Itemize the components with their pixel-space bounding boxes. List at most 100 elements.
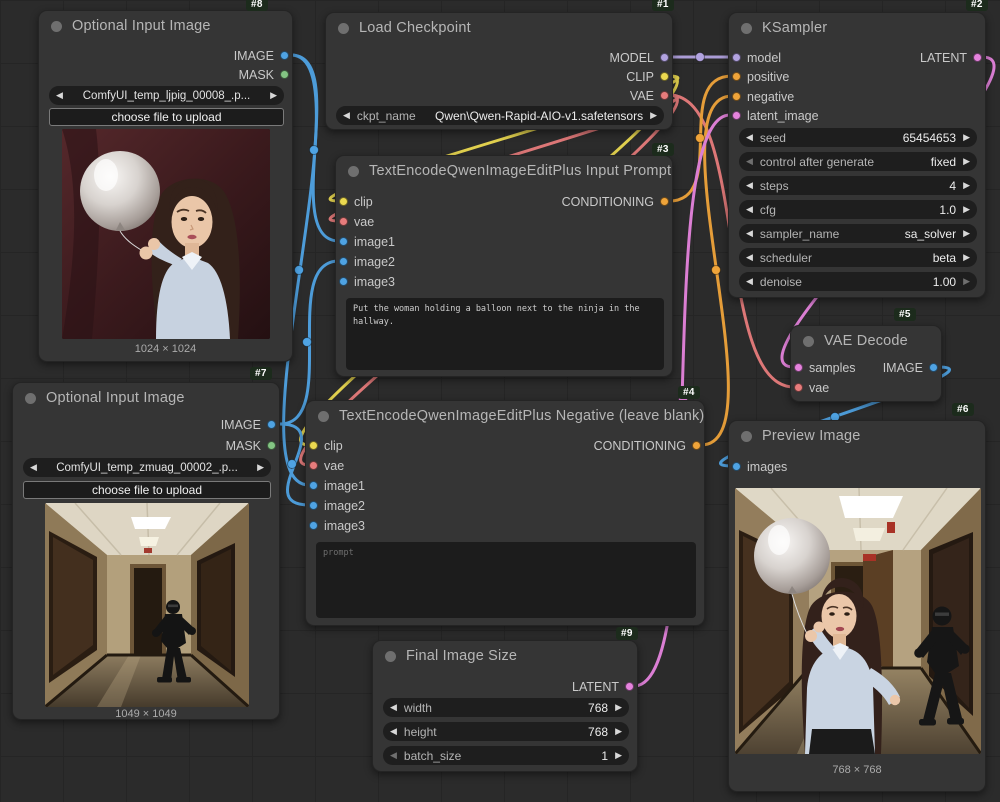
- left-arrow-icon[interactable]: ◀: [746, 253, 753, 262]
- right-arrow-icon[interactable]: ▶: [963, 277, 970, 286]
- mask-slot-dot[interactable]: [267, 441, 276, 450]
- conditioning-slot-dot[interactable]: [660, 197, 669, 206]
- width-widget[interactable]: ◀ width 768 ▶: [383, 698, 629, 717]
- cfg-widget[interactable]: ◀ cfg 1.0 ▶: [739, 200, 977, 219]
- image-slot-dot[interactable]: [732, 462, 741, 471]
- slot-label: LATENT: [920, 51, 967, 65]
- collapse-dot-icon[interactable]: [338, 23, 349, 34]
- clip-slot-dot[interactable]: [309, 441, 318, 450]
- upload-button[interactable]: choose file to upload: [23, 481, 271, 499]
- left-arrow-icon[interactable]: ◀: [746, 133, 753, 142]
- conditioning-slot-dot[interactable]: [732, 92, 741, 101]
- left-arrow-icon[interactable]: ◀: [746, 205, 753, 214]
- left-arrow-icon[interactable]: ◀: [746, 277, 753, 286]
- mask-slot-dot[interactable]: [280, 70, 289, 79]
- right-arrow-icon[interactable]: ▶: [963, 157, 970, 166]
- link-dot: [303, 338, 312, 347]
- conditioning-slot-dot[interactable]: [732, 72, 741, 81]
- upload-button[interactable]: choose file to upload: [49, 108, 284, 126]
- node-optional-input-image-top[interactable]: Optional Input Image IMAGE MASK ◀ ComfyU…: [38, 10, 293, 362]
- left-arrow-icon[interactable]: ◀: [746, 181, 753, 190]
- steps-widget[interactable]: ◀ steps 4 ▶: [739, 176, 977, 195]
- conditioning-slot-dot[interactable]: [692, 441, 701, 450]
- image-slot-dot[interactable]: [339, 277, 348, 286]
- vae-slot-dot[interactable]: [309, 461, 318, 470]
- input-slot-positive: positive: [729, 67, 789, 87]
- prompt-textarea[interactable]: Put the woman holding a balloon next to …: [346, 298, 664, 370]
- input-slot-image2: image2: [336, 252, 395, 272]
- left-arrow-icon[interactable]: ◀: [390, 727, 397, 736]
- sampler-name-widget[interactable]: ◀ sampler_name sa_solver ▶: [739, 224, 977, 243]
- seed-widget[interactable]: ◀ seed 65454653 ▶: [739, 128, 977, 147]
- vae-slot-dot[interactable]: [339, 217, 348, 226]
- left-arrow-icon[interactable]: ◀: [30, 463, 37, 472]
- image-slot-dot[interactable]: [929, 363, 938, 372]
- latent-slot-dot[interactable]: [732, 111, 741, 120]
- node-preview-image[interactable]: Preview Image images: [728, 420, 986, 792]
- collapse-dot-icon[interactable]: [318, 411, 329, 422]
- right-arrow-icon[interactable]: ▶: [963, 205, 970, 214]
- collapse-dot-icon[interactable]: [25, 393, 36, 404]
- node-text-encode-positive[interactable]: TextEncodeQwenImageEditPlus Input Prompt…: [335, 155, 673, 377]
- node-vae-decode[interactable]: VAE Decode samples vae IMAGE: [790, 325, 942, 402]
- prompt-textarea-placeholder[interactable]: prompt: [316, 542, 696, 618]
- node-optional-input-image-bottom[interactable]: Optional Input Image IMAGE MASK ◀ ComfyU…: [12, 382, 280, 720]
- node-text-encode-negative[interactable]: TextEncodeQwenImageEditPlus Negative (le…: [305, 400, 705, 626]
- right-arrow-icon[interactable]: ▶: [257, 463, 264, 472]
- right-arrow-icon[interactable]: ▶: [963, 229, 970, 238]
- image-slot-dot[interactable]: [309, 521, 318, 530]
- height-widget[interactable]: ◀ height 768 ▶: [383, 722, 629, 741]
- collapse-dot-icon[interactable]: [385, 651, 396, 662]
- slot-label: MASK: [239, 68, 274, 82]
- latent-slot-dot[interactable]: [794, 363, 803, 372]
- image-slot-dot[interactable]: [339, 257, 348, 266]
- widget-value: beta: [933, 251, 956, 265]
- right-arrow-icon[interactable]: ▶: [615, 727, 622, 736]
- collapse-dot-icon[interactable]: [348, 166, 359, 177]
- input-slot-image1: image1: [336, 232, 395, 252]
- control-after-generate-widget[interactable]: ◀ control after generate fixed ▶: [739, 152, 977, 171]
- vae-slot-dot[interactable]: [794, 383, 803, 392]
- slot-label: IMAGE: [883, 361, 923, 375]
- ckpt-name-widget[interactable]: ◀ ckpt_name Qwen\Qwen-Rapid-AIO-v1.safet…: [336, 106, 664, 125]
- image-slot-dot[interactable]: [339, 237, 348, 246]
- left-arrow-icon[interactable]: ◀: [746, 229, 753, 238]
- left-arrow-icon[interactable]: ◀: [390, 703, 397, 712]
- denoise-widget[interactable]: ◀ denoise 1.00 ▶: [739, 272, 977, 291]
- node-ksampler[interactable]: KSampler model positive negative latent_…: [728, 12, 986, 298]
- collapse-dot-icon[interactable]: [741, 23, 752, 34]
- model-slot-dot[interactable]: [732, 53, 741, 62]
- collapse-dot-icon[interactable]: [741, 431, 752, 442]
- latent-slot-dot[interactable]: [625, 682, 634, 691]
- clip-slot-dot[interactable]: [660, 72, 669, 81]
- left-arrow-icon[interactable]: ◀: [56, 91, 63, 100]
- node-final-image-size[interactable]: Final Image Size LATENT ◀ width 768 ▶ ◀ …: [372, 640, 638, 772]
- collapse-dot-icon[interactable]: [51, 21, 62, 32]
- node-load-checkpoint[interactable]: Load Checkpoint MODEL CLIP VAE ◀ ckpt_na…: [325, 12, 673, 130]
- right-arrow-icon[interactable]: ▶: [270, 91, 277, 100]
- left-arrow-icon[interactable]: ◀: [746, 157, 753, 166]
- slot-label: VAE: [630, 89, 654, 103]
- right-arrow-icon[interactable]: ▶: [615, 703, 622, 712]
- right-arrow-icon[interactable]: ▶: [650, 111, 657, 120]
- right-arrow-icon[interactable]: ▶: [963, 133, 970, 142]
- image-slot-dot[interactable]: [309, 481, 318, 490]
- image-slot-dot[interactable]: [267, 420, 276, 429]
- scheduler-widget[interactable]: ◀ scheduler beta ▶: [739, 248, 977, 267]
- model-slot-dot[interactable]: [660, 53, 669, 62]
- image-slot-dot[interactable]: [309, 501, 318, 510]
- collapse-dot-icon[interactable]: [803, 336, 814, 347]
- slot-label: image2: [324, 499, 365, 513]
- file-combo[interactable]: ◀ ComfyUI_temp_ljpig_00008_.p... ▶: [49, 86, 284, 105]
- image-slot-dot[interactable]: [280, 51, 289, 60]
- right-arrow-icon[interactable]: ▶: [963, 181, 970, 190]
- clip-slot-dot[interactable]: [339, 197, 348, 206]
- left-arrow-icon[interactable]: ◀: [343, 111, 350, 120]
- batch-size-widget[interactable]: ◀ batch_size 1 ▶: [383, 746, 629, 765]
- left-arrow-icon[interactable]: ◀: [390, 751, 397, 760]
- right-arrow-icon[interactable]: ▶: [963, 253, 970, 262]
- latent-slot-dot[interactable]: [973, 53, 982, 62]
- file-combo[interactable]: ◀ ComfyUI_temp_zmuag_00002_.p... ▶: [23, 458, 271, 477]
- vae-slot-dot[interactable]: [660, 91, 669, 100]
- right-arrow-icon[interactable]: ▶: [615, 751, 622, 760]
